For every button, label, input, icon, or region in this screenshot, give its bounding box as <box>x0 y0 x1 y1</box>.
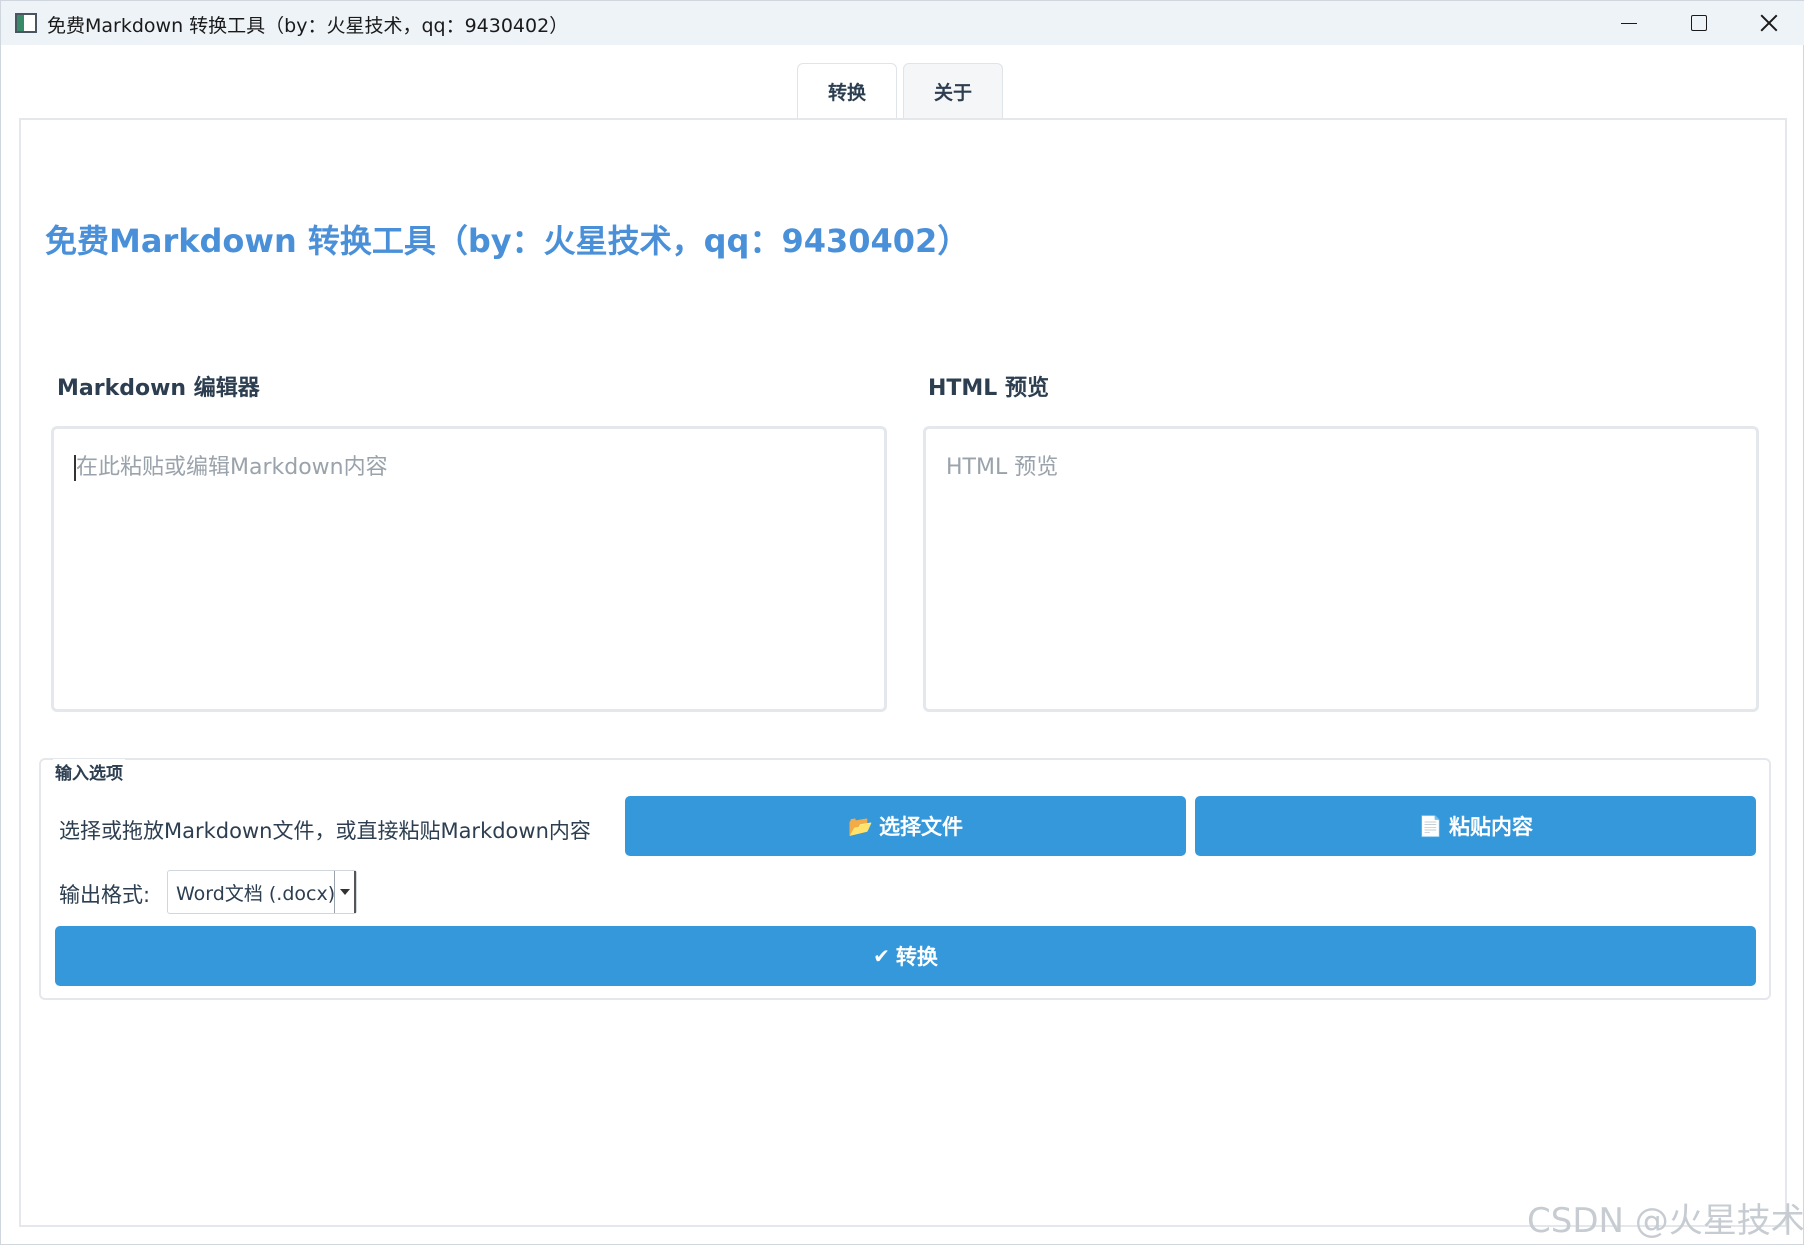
html-preview[interactable]: HTML 预览 <box>923 426 1759 712</box>
document-icon: 📄 <box>1418 814 1443 838</box>
minimize-button[interactable] <box>1594 1 1664 45</box>
folder-icon: 📂 <box>848 814 873 838</box>
title-bar[interactable]: 免费Markdown 转换工具（by：火星技术，qq：9430402） <box>1 1 1804 45</box>
minimize-icon <box>1621 22 1637 24</box>
preview-label: HTML 预览 <box>928 376 1049 401</box>
convert-button[interactable]: ✔ 转换 <box>55 926 1756 986</box>
tab-convert[interactable]: 转换 <box>797 63 898 119</box>
maximize-icon <box>1691 15 1707 31</box>
tab-bar: 转换 关于 <box>797 63 1004 119</box>
input-options-group: 输入选项 选择或拖放Markdown文件，或直接粘贴Markdown内容 📂 选… <box>39 758 1771 1000</box>
output-format-select[interactable]: Word文档 (.docx) <box>167 870 357 914</box>
paste-content-button[interactable]: 📄 粘贴内容 <box>1195 796 1756 856</box>
editor-label: Markdown 编辑器 <box>57 376 260 401</box>
choose-file-label: 选择文件 <box>878 815 963 839</box>
output-format-label: 输出格式: <box>59 883 151 907</box>
window-title: 免费Markdown 转换工具（by：火星技术，qq：9430402） <box>47 15 569 37</box>
app-icon <box>15 13 37 33</box>
paste-content-label: 粘贴内容 <box>1448 815 1533 839</box>
chevron-down-icon[interactable] <box>334 871 356 913</box>
editor-placeholder: 在此粘贴或编辑Markdown内容 <box>76 455 388 480</box>
choose-file-button[interactable]: 📂 选择文件 <box>625 796 1186 856</box>
watermark: CSDN @火星技术 <box>1527 1201 1804 1241</box>
preview-placeholder: HTML 预览 <box>946 455 1059 480</box>
close-icon <box>1760 14 1778 32</box>
output-format-value: Word文档 (.docx) <box>176 882 336 905</box>
input-hint: 选择或拖放Markdown文件，或直接粘贴Markdown内容 <box>59 819 591 843</box>
markdown-editor[interactable]: 在此粘贴或编辑Markdown内容 <box>51 426 887 712</box>
convert-label: 转换 <box>895 945 938 969</box>
convert-panel: 免费Markdown 转换工具（by：火星技术，qq：9430402） Mark… <box>19 118 1787 1227</box>
tab-about[interactable]: 关于 <box>903 63 1004 119</box>
input-options-title: 输入选项 <box>53 759 125 784</box>
checkmark-icon: ✔ <box>873 944 890 968</box>
close-button[interactable] <box>1734 1 1804 45</box>
page-title: 免费Markdown 转换工具（by：火星技术，qq：9430402） <box>45 222 970 260</box>
maximize-button[interactable] <box>1664 1 1734 45</box>
app-window: 免费Markdown 转换工具（by：火星技术，qq：9430402） 转换 关… <box>0 0 1804 1245</box>
